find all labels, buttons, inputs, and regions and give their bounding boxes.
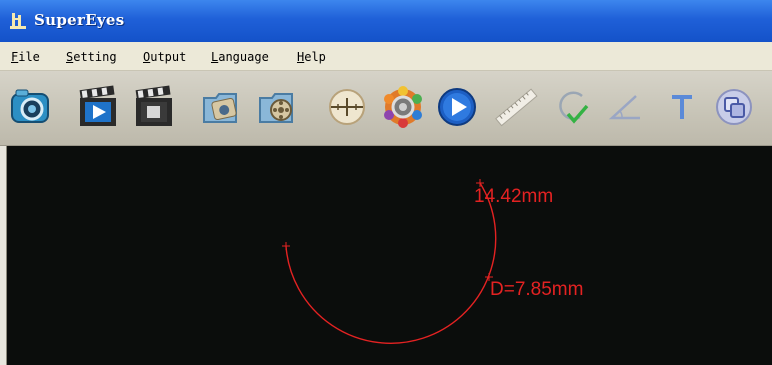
crosshair-button[interactable] bbox=[325, 84, 369, 130]
menu-help[interactable]: Help bbox=[297, 50, 326, 64]
ruler-icon bbox=[495, 88, 538, 127]
menu-help-label: elp bbox=[304, 50, 326, 64]
viewport-left-border bbox=[0, 146, 7, 365]
app-logo-icon bbox=[10, 12, 26, 30]
video-stop-icon bbox=[135, 85, 172, 126]
video-stop-button[interactable] bbox=[132, 84, 176, 130]
menu-language[interactable]: Language bbox=[211, 50, 269, 64]
toolbar bbox=[0, 71, 772, 146]
window-title: SuperEyes bbox=[34, 11, 125, 29]
circle-measure-icon bbox=[559, 91, 589, 124]
ruler-button[interactable] bbox=[494, 84, 538, 130]
arc-end-marker bbox=[282, 242, 290, 250]
angle-measure-button[interactable] bbox=[602, 84, 646, 130]
settings-gear-button[interactable] bbox=[381, 84, 425, 130]
settings-gear-icon bbox=[384, 86, 422, 128]
menu-file-label: ile bbox=[18, 50, 40, 64]
video-folder-button[interactable] bbox=[256, 84, 300, 130]
photo-folder-icon bbox=[203, 93, 237, 123]
diameter-label: D=7.85mm bbox=[490, 279, 584, 300]
circle-measure-button[interactable] bbox=[550, 84, 594, 130]
play-icon bbox=[438, 88, 476, 126]
menu-setting-label: etting bbox=[73, 50, 117, 64]
video-record-button[interactable] bbox=[76, 84, 120, 130]
menu-output-label: utput bbox=[150, 50, 187, 64]
play-button[interactable] bbox=[435, 84, 479, 130]
arc-length-label: 14.42mm bbox=[474, 186, 554, 207]
video-folder-icon bbox=[259, 93, 293, 123]
overlay-icon bbox=[716, 89, 752, 125]
camera-snapshot-icon bbox=[11, 89, 49, 123]
crosshair-icon bbox=[329, 89, 365, 125]
measurement-arc bbox=[285, 182, 497, 344]
photo-folder-button[interactable] bbox=[200, 84, 244, 130]
menu-file[interactable]: File bbox=[11, 50, 40, 64]
video-record-icon bbox=[79, 85, 116, 126]
menu-bar: File Setting Output Language Help bbox=[0, 42, 772, 71]
overlay-button[interactable] bbox=[712, 84, 756, 130]
app-window: SuperEyes File Setting Output Language H… bbox=[0, 0, 772, 365]
text-tool-icon bbox=[672, 95, 692, 119]
measurement-overlay bbox=[282, 179, 497, 344]
angle-measure-icon bbox=[608, 95, 640, 120]
menu-setting[interactable]: Setting bbox=[66, 50, 117, 64]
title-bar: SuperEyes bbox=[0, 0, 772, 42]
camera-viewport[interactable]: 14.42mm D=7.85mm bbox=[7, 146, 772, 365]
camera-snapshot-button[interactable] bbox=[8, 84, 52, 130]
menu-language-label: anguage bbox=[218, 50, 269, 64]
text-tool-button[interactable] bbox=[660, 84, 704, 130]
menu-output[interactable]: Output bbox=[143, 50, 186, 64]
